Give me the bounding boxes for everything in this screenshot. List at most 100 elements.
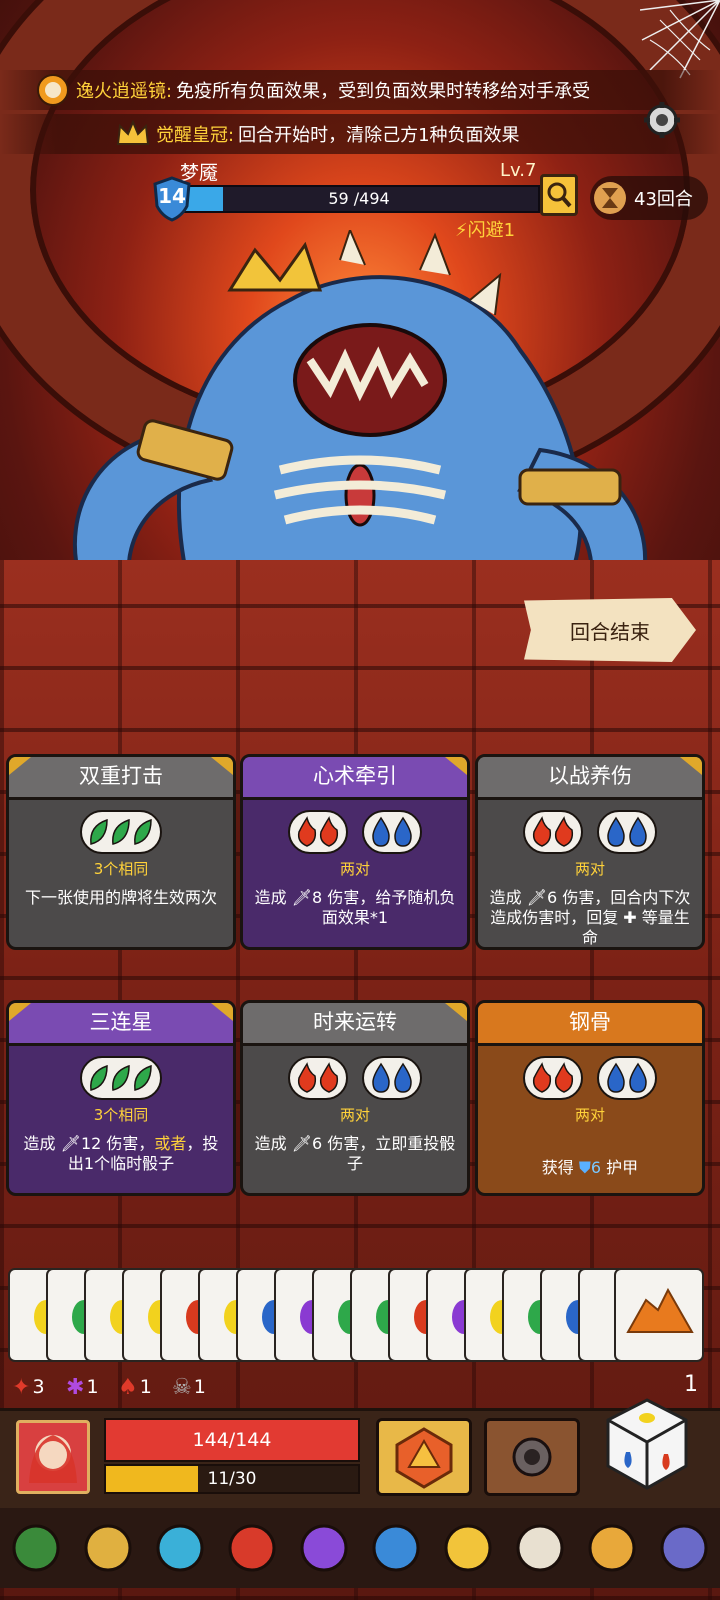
card-requirement: 两对 <box>574 1106 605 1124</box>
desc-text: 造成 🗡12 伤害， <box>23 1134 155 1153</box>
card-title-text: 双重打击 <box>79 764 163 788</box>
card-body: 3个相同 下一张使用的牌将生效两次 <box>9 800 233 947</box>
card-requirement: 两对 <box>339 860 370 878</box>
skill-card[interactable]: 钢骨 两对 获得 ⛊6 护甲 <box>475 1000 705 1196</box>
hourglass-icon <box>594 182 626 214</box>
round-counter: 43回合 <box>590 176 708 220</box>
dodge-text: 闪避1 <box>467 220 516 241</box>
card-gems <box>478 1056 702 1100</box>
gem-group <box>362 810 422 854</box>
skill-card[interactable]: 心术牵引 两对 造成 🗡8 伤害，给予随机负面效果*1 <box>240 754 470 950</box>
flame-mirror-icon <box>36 73 70 107</box>
d20-dice-slot[interactable] <box>376 1418 472 1496</box>
card-title-text: 以战养伤 <box>548 764 632 788</box>
enemy-hp-bar: 59 /494 <box>178 185 540 213</box>
spellbook-icon[interactable] <box>8 1520 64 1576</box>
blue-gem-icon <box>389 1061 417 1095</box>
skill-card[interactable]: 以战养伤 两对 造成 🗡6 伤害，回合内下次造成伤害时，回复 ✚ 等量生命 <box>475 754 705 950</box>
shield-value: 14 <box>158 184 186 208</box>
card-requirement: 两对 <box>339 1106 370 1124</box>
card-description: 造成 🗡12 伤害，或者，投出1个临时骰子 <box>19 1134 223 1174</box>
cannon-slot[interactable] <box>484 1418 580 1496</box>
crown-icon <box>116 117 150 151</box>
red-gem-icon <box>550 1061 578 1095</box>
card-title: 钢骨 <box>478 1003 702 1046</box>
potion-icon[interactable] <box>224 1520 280 1576</box>
d20-icon <box>395 1427 453 1489</box>
gem-group <box>80 1056 162 1100</box>
magnifier-icon <box>547 182 572 208</box>
status-value: 3 <box>32 1376 45 1398</box>
card-corner <box>211 1003 233 1021</box>
armor-icon: ⛊ <box>578 1158 591 1177</box>
relic-bar <box>0 1508 720 1588</box>
player-hp-bar: 144/144 <box>104 1418 360 1462</box>
card-title-text: 心术牵引 <box>313 764 397 788</box>
status-value: 1 <box>193 1376 206 1398</box>
green-gem-icon <box>129 815 157 849</box>
card-corner <box>211 757 233 775</box>
player-avatar[interactable] <box>16 1420 90 1494</box>
helmet-icon[interactable] <box>80 1520 136 1576</box>
gem-group <box>80 810 162 854</box>
mushroom-icon[interactable] <box>584 1520 640 1576</box>
desc-text: 护甲 <box>601 1158 639 1177</box>
hand-die-card-open[interactable] <box>614 1268 704 1362</box>
effect-name: 逸火逍遥镜: <box>76 81 173 102</box>
red-gem-icon <box>550 815 578 849</box>
skill-card[interactable]: 双重打击 3个相同 下一张使用的牌将生效两次 <box>6 754 236 950</box>
blue-gem-icon <box>389 815 417 849</box>
skill-card[interactable]: 时来运转 两对 造成 🗡6 伤害，立即重投骰子 <box>240 1000 470 1196</box>
gem-group <box>288 810 348 854</box>
spiked-orb-icon[interactable] <box>368 1520 424 1576</box>
energy-text: 11/30 <box>207 1469 257 1489</box>
effect-banner-2: 觉醒皇冠: 回合开始时，清除己方1种负面效果 <box>0 114 720 154</box>
status-value: 1 <box>86 1376 99 1398</box>
card-title-text: 时来运转 <box>313 1010 397 1034</box>
gem-group <box>288 1056 348 1100</box>
status-effect[interactable]: ✱ 1 <box>66 1372 99 1402</box>
shield-gem-icon[interactable] <box>152 1520 208 1576</box>
card-gems <box>9 1056 233 1100</box>
card-gems <box>243 810 467 854</box>
settings-gear-icon[interactable] <box>640 100 684 144</box>
card-title: 双重打击 <box>9 757 233 800</box>
card-description: 下一张使用的牌将生效两次 <box>19 888 223 908</box>
bleed-icon: ✦ <box>12 1374 31 1400</box>
rock-icon <box>626 1287 694 1333</box>
skill-card[interactable]: 三连星 3个相同 造成 🗡12 伤害，或者，投出1个临时骰子 <box>6 1000 236 1196</box>
status-effect[interactable]: ☠ 1 <box>172 1372 206 1402</box>
desc-text: 造成 🗡6 伤害，回合内下次造成伤害时，回复 ✚ 等量生命 <box>489 888 691 947</box>
roll-dice-button[interactable] <box>602 1396 692 1492</box>
card-description: 造成 🗡8 伤害，给予随机负面效果*1 <box>253 888 457 928</box>
card-description: 造成 🗡6 伤害，立即重投骰子 <box>253 1134 457 1174</box>
card-title: 以战养伤 <box>478 757 702 800</box>
scroll-icon[interactable] <box>512 1520 568 1576</box>
desc-or-text: 或者 <box>154 1134 187 1153</box>
effect-banner-1: 逸火逍遥镜: 免疫所有负面效果，受到负面效果时转移给对手承受 <box>0 70 720 110</box>
red-gem-icon <box>315 1061 343 1095</box>
gem-group <box>362 1056 422 1100</box>
end-turn-button[interactable]: 回合结束 <box>524 598 696 662</box>
round-text: 43回合 <box>634 189 693 210</box>
effect-desc: 免疫所有负面效果，受到负面效果时转移给对手承受 <box>176 81 591 102</box>
card-corner <box>680 757 702 775</box>
card-corner <box>9 757 31 775</box>
lightning-icon: ⚡ <box>455 220 468 241</box>
card-body: 两对 造成 🗡8 伤害，给予随机负面效果*1 <box>243 800 467 947</box>
enemy-level: Lv.7 <box>500 160 537 181</box>
status-effect[interactable]: ✦ 3 <box>12 1372 45 1402</box>
status-effect[interactable]: ♠ 1 <box>118 1372 152 1402</box>
card-title-text: 三连星 <box>89 1010 153 1034</box>
desc-text: 造成 🗡8 伤害，给予随机负面效果*1 <box>254 888 456 927</box>
desc-text: 下一张使用的牌将生效两次 <box>24 888 217 907</box>
card-corner <box>445 757 467 775</box>
effect-name: 觉醒皇冠: <box>156 125 235 146</box>
hood-icon[interactable] <box>296 1520 352 1576</box>
wing-helm-icon[interactable] <box>656 1520 712 1576</box>
card-title: 三连星 <box>9 1003 233 1046</box>
enemy-info-button[interactable] <box>540 174 578 216</box>
crown-relic-icon[interactable] <box>440 1520 496 1576</box>
enemy-hp-text: 59 /494 <box>328 189 390 208</box>
card-gems <box>9 810 233 854</box>
